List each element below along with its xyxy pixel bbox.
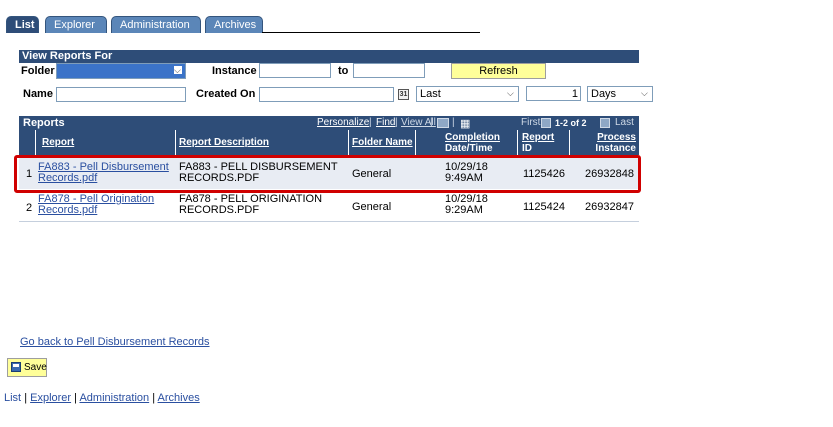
go-back-link[interactable]: Go back to Pell Disbursement Records	[20, 336, 210, 348]
report-description-line2: RECORDS.PDF	[179, 204, 260, 216]
period-unit-select[interactable]: Days ⌵	[587, 86, 653, 102]
created-on-label: Created On	[196, 88, 256, 100]
footer-link-explorer[interactable]: Explorer	[30, 392, 71, 404]
chevron-down-icon: ⌵	[174, 65, 182, 75]
to-label: to	[338, 65, 349, 77]
separator: |	[452, 117, 455, 128]
tab-explorer[interactable]: Explorer	[45, 16, 107, 33]
table-row: 2 FA878 - Pell Origination Records.pdf F…	[19, 191, 639, 222]
last-link[interactable]: Last	[615, 116, 634, 130]
next-icon[interactable]	[600, 118, 610, 128]
tab-administration[interactable]: Administration	[111, 16, 201, 33]
range-text: 1-2 of 2	[555, 118, 587, 128]
footer-link-archives[interactable]: Archives	[158, 392, 200, 404]
download-icon[interactable]	[437, 118, 449, 128]
footer-link-administration[interactable]: Administration	[79, 392, 149, 404]
completion-time: 9:29AM	[445, 204, 483, 216]
period-unit-value: Days	[591, 88, 617, 100]
reports-title: Reports	[23, 117, 65, 129]
period-count-input[interactable]	[526, 86, 581, 101]
period-select[interactable]: Last ⌵	[416, 86, 519, 102]
period-select-value: Last	[420, 88, 441, 100]
separator: |	[395, 117, 398, 128]
save-label: Save	[24, 362, 47, 373]
chevron-down-icon: ⌵	[641, 88, 648, 98]
name-label: Name	[23, 88, 53, 100]
tab-underline	[262, 32, 480, 33]
created-on-input[interactable]	[259, 87, 394, 102]
reports-grid-header: Reports Personalize | Find | View All | …	[19, 116, 639, 130]
row-number: 2	[26, 202, 33, 214]
view-reports-header: View Reports For	[19, 50, 639, 63]
report-link-line2[interactable]: Records.pdf	[38, 205, 97, 216]
previous-icon[interactable]	[541, 118, 551, 128]
folder-label: Folder	[21, 65, 55, 77]
separator: |	[369, 117, 372, 128]
first-link[interactable]: First	[521, 116, 540, 130]
save-disk-icon	[11, 362, 21, 372]
footer-links: List | Explorer | Administration | Archi…	[4, 392, 200, 404]
highlight-box	[14, 155, 641, 193]
col-description[interactable]: Report Description	[176, 130, 349, 155]
col-completion[interactable]: Completion Date/Time	[416, 130, 518, 155]
folder-name: General	[352, 201, 392, 213]
col-report[interactable]: Report	[36, 130, 176, 155]
chevron-down-icon: ⌵	[507, 88, 514, 98]
col-row-num	[19, 130, 36, 155]
instance-to-input[interactable]	[353, 63, 425, 78]
col-folder[interactable]: Folder Name	[349, 130, 416, 155]
folder-select[interactable]: ⌵	[56, 63, 186, 79]
calendar-icon[interactable]: 31	[398, 89, 409, 100]
process-instance: 26932847	[585, 201, 634, 213]
col-process-instance[interactable]: Process Instance	[570, 130, 639, 155]
instance-label: Instance	[212, 65, 257, 77]
grid-icon[interactable]: ▦	[460, 117, 470, 131]
tab-list[interactable]: List	[6, 16, 39, 33]
save-button[interactable]: Save	[7, 358, 47, 377]
personalize-link[interactable]: Personalize	[317, 116, 369, 130]
separator: |	[430, 117, 433, 128]
tab-archives[interactable]: Archives	[205, 16, 263, 33]
report-id: 1125424	[523, 201, 566, 213]
col-report-id[interactable]: Report ID	[518, 130, 570, 155]
refresh-button[interactable]: Refresh	[451, 63, 546, 79]
instance-from-input[interactable]	[259, 63, 331, 78]
find-link[interactable]: Find	[376, 116, 395, 130]
footer-link-list[interactable]: List	[4, 392, 21, 404]
name-input[interactable]	[56, 87, 186, 102]
